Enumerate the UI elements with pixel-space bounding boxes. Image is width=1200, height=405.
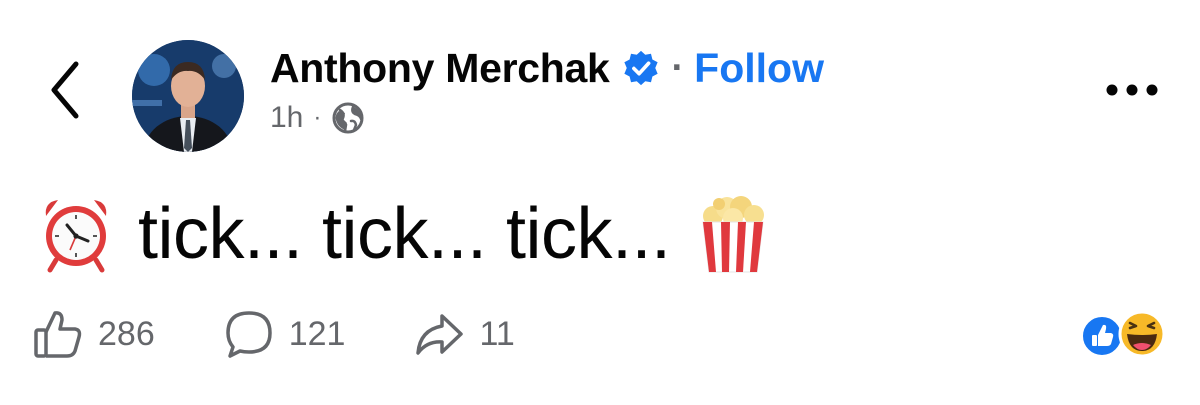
like-count: 286 [98, 314, 155, 353]
share-button[interactable]: 11 [413, 308, 515, 360]
like-button[interactable]: 286 [32, 308, 155, 360]
share-count: 11 [479, 314, 515, 353]
verified-badge-icon [623, 50, 658, 86]
post-text: tick... tick... tick... [138, 194, 671, 274]
comment-button[interactable]: 121 [223, 308, 346, 360]
author-row: Anthony Merchak · Follow [270, 40, 824, 96]
back-button[interactable] [42, 58, 90, 122]
reactions-summary[interactable] [1076, 306, 1172, 362]
more-options-button[interactable] [1104, 78, 1160, 102]
haha-reaction-icon [1118, 310, 1166, 358]
ellipsis-icon [1106, 84, 1158, 96]
popcorn-emoji [701, 196, 764, 273]
comment-icon [225, 311, 272, 358]
alarm-clock-emoji [45, 200, 107, 273]
comment-count: 121 [288, 314, 346, 353]
post-meta: 1h · [270, 98, 365, 138]
share-icon [416, 314, 464, 355]
thumbs-up-icon [34, 311, 82, 358]
reactions-icons [1081, 310, 1166, 358]
post-body: tick... tick... tick... [38, 188, 771, 280]
profile-photo [132, 40, 244, 152]
post-timestamp[interactable]: 1h [270, 101, 303, 135]
post-actions: 286 121 11 [32, 306, 515, 362]
avatar[interactable] [132, 40, 244, 152]
author-name[interactable]: Anthony Merchak [270, 45, 610, 92]
like-reaction-icon [1081, 315, 1123, 357]
separator-dot: · [671, 46, 685, 89]
follow-button[interactable]: Follow [694, 45, 824, 92]
globe-icon[interactable] [331, 101, 365, 135]
meta-separator: · [313, 104, 322, 131]
chevron-left-icon [51, 61, 79, 119]
